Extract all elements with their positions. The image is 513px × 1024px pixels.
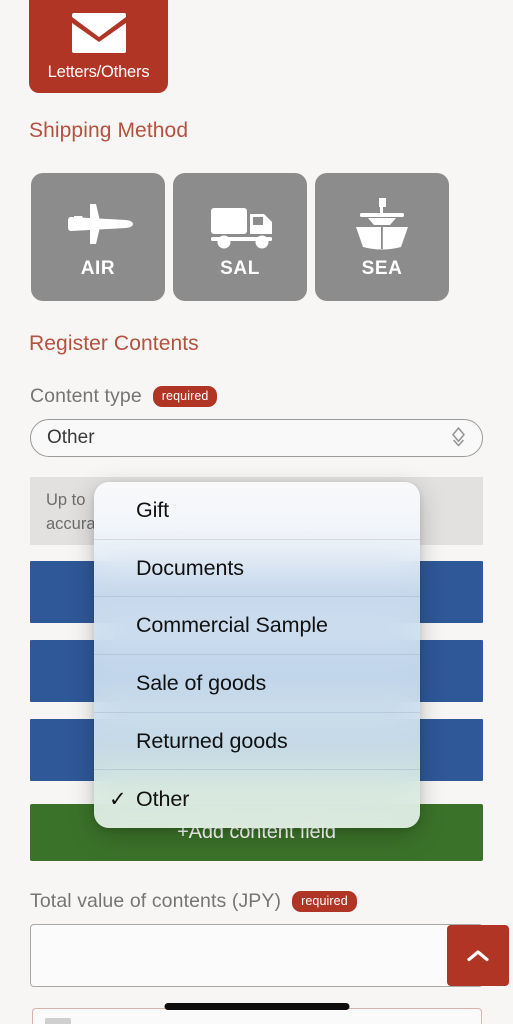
popup-option-checkmark-icon: ✓ — [109, 787, 127, 811]
chevron-up-icon — [467, 949, 489, 961]
ship-icon — [356, 198, 408, 250]
popup-option-label: Documents — [136, 555, 244, 580]
content-type-select[interactable]: Other — [30, 419, 483, 457]
content-type-label: Content type — [30, 385, 142, 407]
register-contents-heading: Register Contents — [29, 332, 199, 355]
total-value-label-row: Total value of contents (JPY) required — [30, 890, 357, 913]
popup-option-gift[interactable]: Gift — [94, 482, 420, 540]
popup-option-commercial-sample[interactable]: Commercial Sample — [94, 597, 420, 656]
keyboard-previous-button[interactable] — [447, 925, 509, 986]
shipping-option-sea-label: SEA — [361, 258, 403, 279]
popup-option-other[interactable]: ✓ Other — [94, 770, 420, 828]
popup-option-returned-goods[interactable]: Returned goods — [94, 713, 420, 771]
total-value-input-wrapper — [30, 924, 509, 987]
shipping-option-air-label: AIR — [80, 258, 116, 279]
content-type-select-popup[interactable]: Gift Documents Commercial Sample Sale of… — [94, 482, 420, 828]
popup-option-sale-of-goods[interactable]: Sale of goods — [94, 655, 420, 713]
popup-option-label: Other — [136, 786, 190, 811]
total-value-required-badge: required — [292, 891, 357, 912]
content-type-label-row: Content type required — [30, 385, 218, 408]
truck-icon — [211, 208, 272, 249]
content-type-selected-value: Other — [47, 427, 95, 448]
popup-option-documents[interactable]: Documents — [94, 540, 420, 598]
shipping-method-heading: Shipping Method — [29, 119, 189, 142]
home-indicator — [164, 1003, 349, 1010]
category-tab-letters-others[interactable]: Letters/Others — [29, 0, 168, 93]
popup-option-label: Returned goods — [136, 728, 288, 753]
shipping-method-options: AIR SAL SEA — [31, 173, 483, 301]
shipping-option-air[interactable]: AIR — [31, 173, 165, 301]
popup-option-label: Commercial Sample — [136, 613, 328, 638]
category-tab-label: Letters/Others — [47, 63, 150, 81]
popup-option-label: Sale of goods — [136, 670, 267, 695]
total-value-label: Total value of contents (JPY) — [30, 890, 282, 912]
shipping-option-sal[interactable]: SAL — [173, 173, 307, 301]
shipping-option-sal-label: SAL — [220, 258, 260, 279]
bottom-card-chip — [45, 1018, 71, 1024]
airplane-icon — [68, 204, 133, 244]
popup-option-label: Gift — [136, 497, 170, 522]
total-value-input[interactable] — [30, 924, 483, 987]
bottom-partial-card — [32, 1008, 482, 1024]
shipping-option-sea[interactable]: SEA — [315, 173, 449, 301]
up-down-chevron-icon — [452, 427, 465, 447]
content-type-required-badge: required — [152, 386, 218, 407]
envelope-icon — [71, 13, 126, 53]
